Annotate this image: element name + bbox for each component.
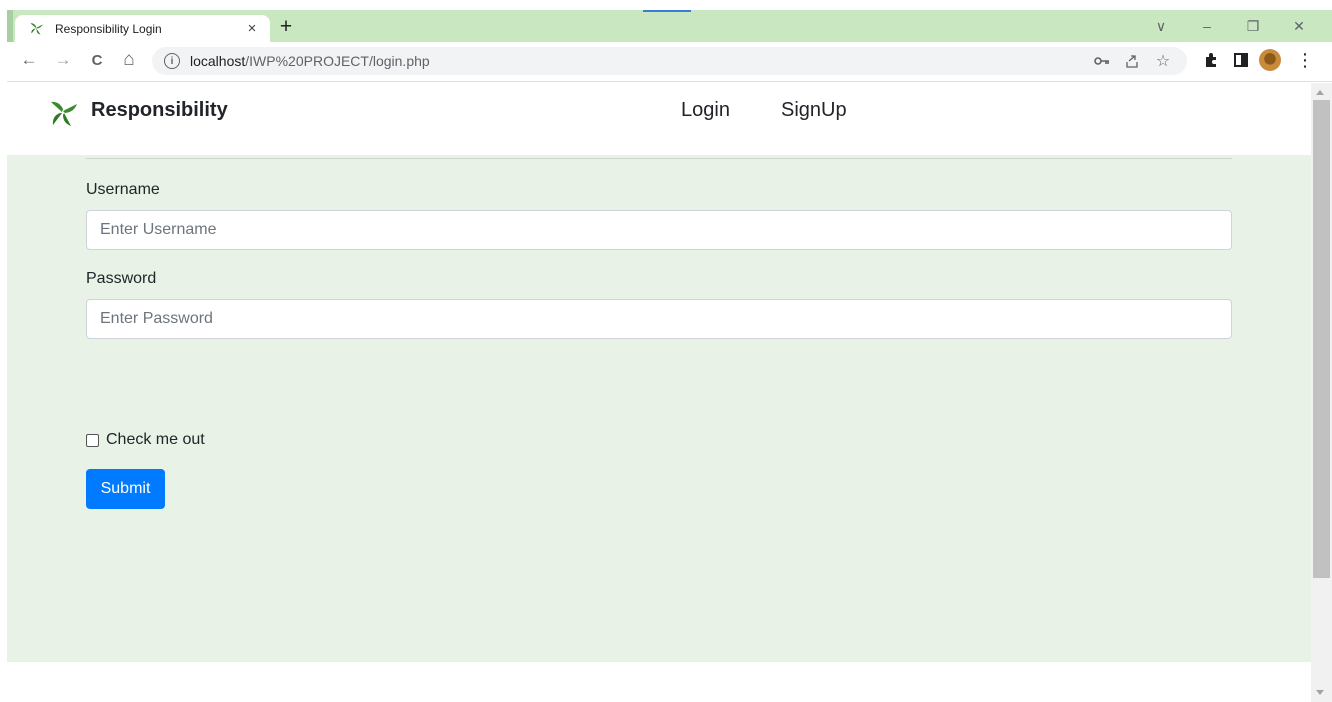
brand-name[interactable]: Responsibility [91, 99, 228, 122]
password-input[interactable] [86, 299, 1232, 339]
browser-window: Responsibility Login × + ∨ – ❐ ✕ ← → C ⌂… [7, 10, 1332, 702]
scroll-up-arrow-icon[interactable] [1316, 90, 1324, 95]
tab-loading-indicator [643, 10, 691, 12]
login-form-section: Username Password Check me out Submit [7, 155, 1311, 662]
tab-title: Responsibility Login [55, 21, 162, 36]
forward-arrow-icon[interactable]: → [51, 48, 75, 72]
back-arrow-icon[interactable]: ← [17, 48, 41, 72]
check-me-out[interactable]: Check me out [86, 431, 205, 449]
check-me-out-checkbox[interactable] [86, 433, 99, 447]
page-scrollbar[interactable] [1311, 83, 1332, 702]
page-viewport: Responsibility Login SignUp Username Pas… [7, 83, 1311, 702]
share-icon[interactable] [1122, 52, 1142, 70]
minimize-button[interactable]: – [1184, 14, 1230, 38]
form-divider [86, 158, 1232, 159]
new-tab-button[interactable]: + [275, 15, 297, 38]
extensions-icon[interactable] [1199, 48, 1223, 72]
scrollbar-thumb[interactable] [1313, 100, 1330, 578]
address-url: localhost/IWP%20PROJECT/login.php [190, 53, 430, 69]
brand-leaf-logo-icon[interactable] [47, 97, 79, 129]
tab-strip: Responsibility Login × + ∨ – ❐ ✕ [7, 10, 1332, 42]
leaf-favicon-icon [30, 22, 43, 35]
profile-avatar[interactable] [1259, 49, 1281, 71]
menu-icon[interactable]: ⋮ [1293, 48, 1317, 72]
site-navbar: Responsibility Login SignUp [7, 83, 1311, 155]
address-bar[interactable]: i localhost/IWP%20PROJECT/login.php ☆ [152, 47, 1187, 75]
browser-tab[interactable]: Responsibility Login × [15, 15, 270, 42]
sidepanel-icon[interactable] [1229, 48, 1253, 72]
check-me-out-label: Check me out [106, 431, 205, 448]
home-icon[interactable]: ⌂ [117, 48, 141, 72]
browser-toolbar: ← → C ⌂ i localhost/IWP%20PROJECT/login.… [7, 42, 1332, 82]
site-info-icon[interactable]: i [164, 53, 180, 69]
tab-close-icon[interactable]: × [242, 19, 262, 39]
tab-strip-edge [7, 10, 13, 42]
nav-signup-link[interactable]: SignUp [781, 99, 847, 122]
password-label: Password [86, 270, 157, 287]
star-icon[interactable]: ☆ [1153, 52, 1173, 70]
nav-login-link[interactable]: Login [681, 99, 730, 122]
submit-button[interactable]: Submit [86, 469, 165, 509]
tab-search-chevron-icon[interactable]: ∨ [1138, 14, 1184, 38]
username-input[interactable] [86, 210, 1232, 250]
reload-icon[interactable]: C [85, 48, 109, 72]
restore-button[interactable]: ❐ [1230, 14, 1276, 38]
close-window-button[interactable]: ✕ [1276, 14, 1322, 38]
scroll-down-arrow-icon[interactable] [1316, 690, 1324, 695]
username-label: Username [86, 181, 160, 198]
key-icon[interactable] [1092, 52, 1112, 70]
